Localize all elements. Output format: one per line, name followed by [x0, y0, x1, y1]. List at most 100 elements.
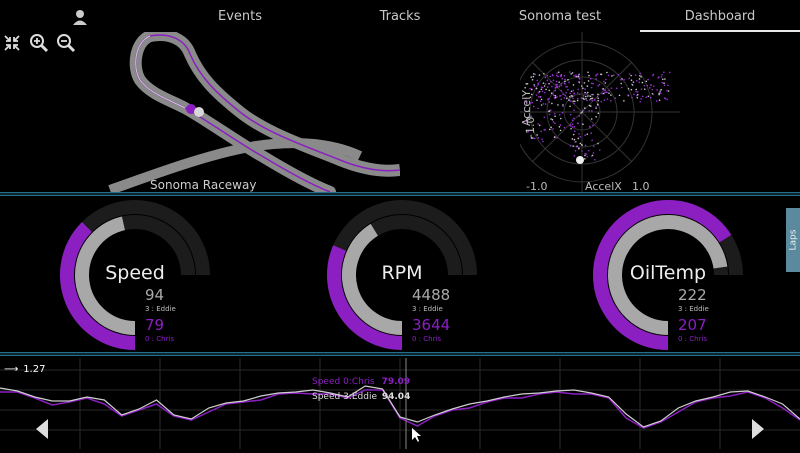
gg-point [565, 97, 568, 100]
gg-point [567, 88, 569, 91]
gg-point [610, 99, 612, 102]
gg-point [559, 129, 562, 132]
gg-point [600, 73, 603, 76]
gg-point [659, 90, 661, 93]
gg-y-axis-label: AccelY [520, 90, 533, 126]
gg-point [567, 78, 569, 81]
gg-point [565, 91, 567, 94]
chevron-right-icon[interactable] [750, 418, 766, 440]
gg-point [560, 90, 562, 92]
gg-point [597, 112, 600, 115]
gg-point [577, 137, 580, 140]
gg-point [539, 96, 542, 98]
gg-point [568, 71, 571, 73]
gauge-driver-eddie: 3 : Eddie [412, 305, 443, 313]
tab-events[interactable]: Events [160, 0, 320, 32]
gg-point [563, 97, 566, 99]
tab-dashboard[interactable]: Dashboard [640, 0, 800, 32]
gg-point [587, 95, 589, 97]
gg-point [535, 87, 538, 90]
gg-point [606, 71, 608, 74]
gg-point [552, 121, 555, 123]
gg-point [550, 81, 552, 83]
gg-point [598, 83, 601, 86]
gg-point [569, 124, 571, 127]
gauge-driver-chris: 0 : Chris [145, 335, 175, 343]
gg-point [628, 73, 631, 75]
gg-point [570, 90, 573, 93]
gg-point [558, 81, 560, 83]
user-icon[interactable] [70, 7, 90, 27]
lap-trace-chart[interactable] [0, 358, 800, 449]
gg-point [578, 147, 580, 150]
gg-point [596, 73, 599, 75]
track-map-panel[interactable] [0, 29, 401, 198]
gg-point [554, 115, 556, 118]
gg-point [577, 97, 579, 100]
gg-point [555, 86, 558, 88]
gg-point [552, 128, 554, 130]
gg-point [585, 98, 587, 100]
gg-point [560, 84, 563, 87]
gg-point [548, 128, 551, 131]
gauge-title: Speed [105, 262, 165, 284]
gg-point [635, 88, 637, 91]
gg-point [559, 124, 562, 126]
gg-point [587, 149, 590, 152]
gg-point [550, 92, 553, 95]
gg-point [544, 103, 547, 105]
gg-point [605, 78, 607, 81]
gg-point [569, 92, 572, 95]
gg-point [524, 86, 527, 89]
gg-point [545, 88, 547, 91]
gg-point [541, 90, 544, 93]
tab-sonoma-test[interactable]: Sonoma test [480, 0, 640, 32]
lap-trace-plot[interactable] [0, 358, 800, 449]
gg-point [588, 74, 590, 77]
gg-point [623, 100, 625, 102]
gg-point [591, 110, 593, 112]
tooltip-chris-value: 79.09 [381, 377, 411, 387]
gg-point [581, 150, 583, 152]
gg-point [666, 89, 668, 92]
laps-drawer-tab[interactable]: Laps [786, 208, 800, 272]
tab-tracks[interactable]: Tracks [320, 0, 480, 32]
gg-point [573, 138, 576, 141]
gg-point [572, 89, 575, 92]
gg-point [537, 91, 539, 94]
chevron-left-icon[interactable] [34, 418, 50, 440]
gg-point [600, 100, 603, 103]
gg-point [583, 107, 586, 109]
gg-point [540, 98, 543, 101]
gg-point [645, 96, 648, 99]
gg-point [584, 95, 587, 98]
track-map[interactable] [0, 29, 401, 198]
fit-screen-icon[interactable] [2, 33, 22, 53]
panel-divider-bottom[interactable] [0, 352, 800, 356]
gg-point [630, 74, 632, 77]
zoom-out-icon[interactable] [56, 33, 76, 53]
gg-point [663, 84, 666, 87]
gg-point [633, 93, 635, 96]
gg-point [575, 74, 577, 76]
gg-point [645, 80, 648, 83]
gg-point [635, 80, 638, 82]
top-nav-bar: Events Tracks Sonoma test Dashboard [0, 0, 800, 32]
zoom-in-icon[interactable] [29, 33, 49, 53]
gg-point [593, 98, 596, 101]
gg-point [570, 128, 572, 130]
gg-point [537, 82, 539, 85]
gg-point [647, 78, 649, 81]
gg-point [601, 92, 603, 95]
gg-point [586, 99, 588, 102]
gg-point [656, 89, 658, 91]
gg-point [573, 75, 575, 77]
gg-point [555, 74, 558, 77]
gg-point [652, 93, 655, 96]
gg-point [576, 146, 578, 148]
gg-point [621, 86, 623, 89]
gg-point [664, 78, 666, 80]
gg-point [608, 89, 610, 92]
gg-point [620, 82, 622, 85]
gg-point [558, 126, 561, 128]
